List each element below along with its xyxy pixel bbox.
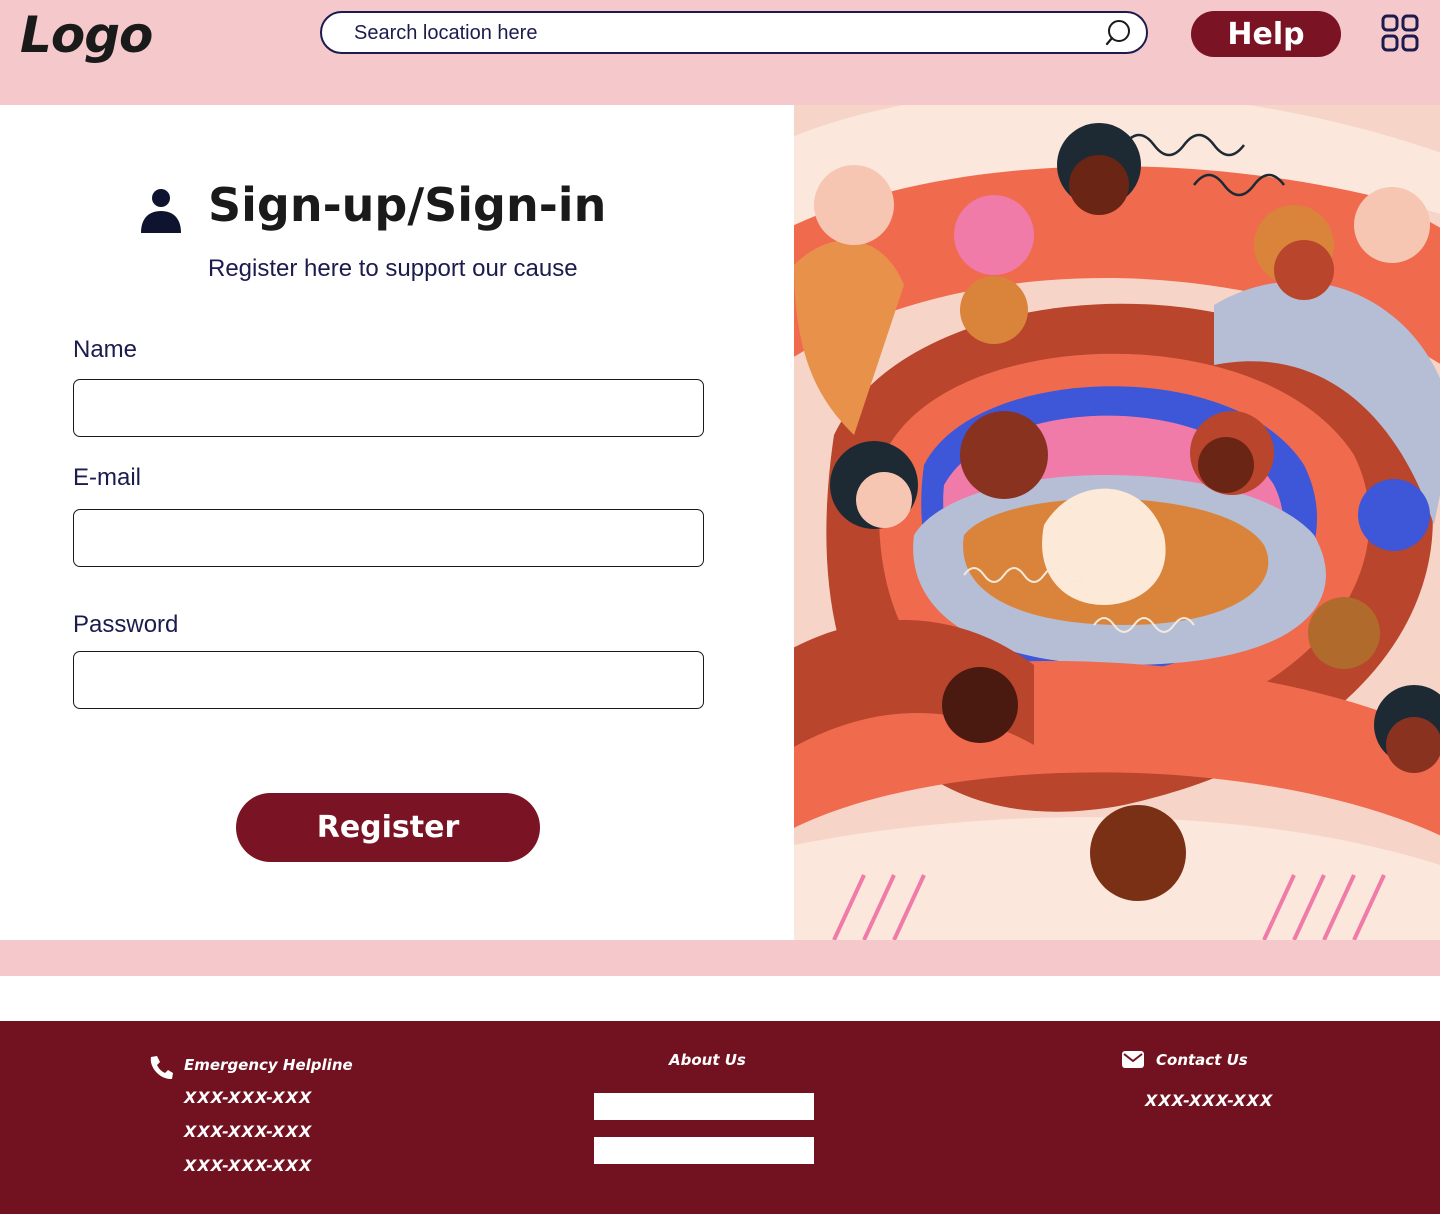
helpline-number[interactable]: XXX-XXX-XXX	[184, 1122, 312, 1141]
name-label: Name	[73, 336, 138, 363]
search-icon[interactable]	[1104, 19, 1132, 47]
register-button[interactable]: Register	[236, 793, 540, 862]
contact-number[interactable]: XXX-XXX-XXX	[1145, 1091, 1273, 1110]
person-icon	[139, 188, 183, 234]
contact-heading[interactable]: Contact Us	[1156, 1051, 1248, 1069]
about-link-placeholder[interactable]	[594, 1137, 814, 1164]
help-button[interactable]: Help	[1191, 11, 1341, 57]
page-subtitle: Register here to support our cause	[208, 255, 578, 282]
page-title: Sign-up/Sign-in	[208, 178, 607, 232]
email-label: E-mail	[73, 464, 142, 491]
apps-grid-icon[interactable]	[1381, 14, 1419, 52]
about-link-placeholder[interactable]	[594, 1093, 814, 1120]
community-illustration	[794, 105, 1440, 940]
password-field[interactable]	[73, 651, 704, 709]
mail-icon	[1122, 1051, 1144, 1068]
logo[interactable]: Logo	[20, 6, 153, 64]
password-label: Password	[73, 611, 179, 638]
name-field[interactable]	[73, 379, 704, 437]
helpline-heading: Emergency Helpline	[184, 1056, 353, 1074]
search-bar[interactable]	[320, 11, 1148, 54]
email-field[interactable]	[73, 509, 704, 567]
footer-band	[0, 940, 1440, 976]
footer: Emergency Helpline XXX-XXX-XXX XXX-XXX-X…	[0, 1021, 1440, 1214]
about-heading[interactable]: About Us	[669, 1051, 746, 1069]
helpline-number[interactable]: XXX-XXX-XXX	[184, 1088, 312, 1107]
phone-icon	[148, 1054, 174, 1080]
search-input[interactable]	[354, 19, 1074, 47]
helpline-number[interactable]: XXX-XXX-XXX	[184, 1156, 312, 1175]
header: Logo Help	[0, 0, 1440, 105]
